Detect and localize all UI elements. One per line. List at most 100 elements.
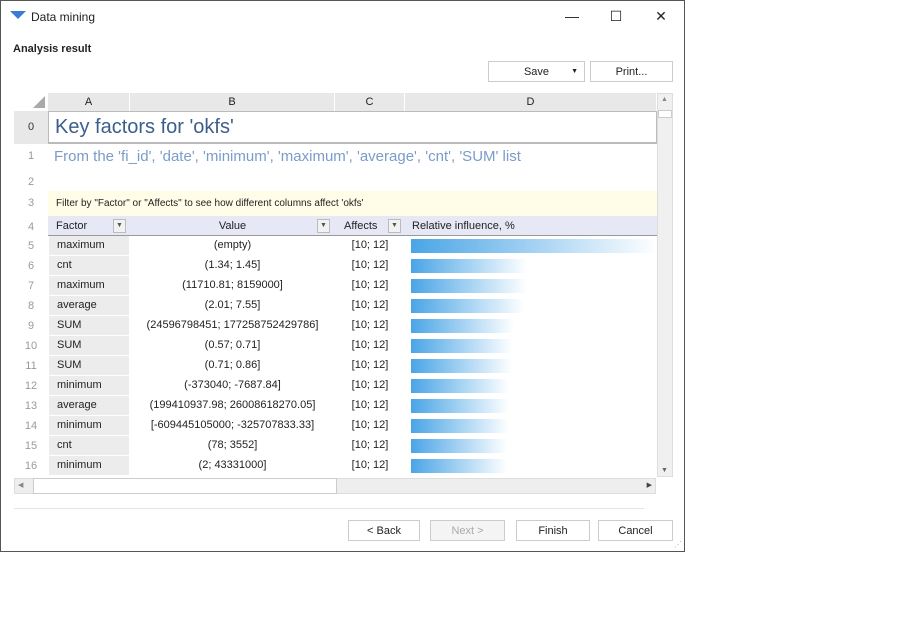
window-title: Data mining: [31, 10, 96, 24]
row-number: 5: [27, 240, 35, 252]
affects-cell[interactable]: [10; 12]: [335, 376, 405, 395]
influence-bar: [411, 399, 510, 413]
affects-cell[interactable]: [10; 12]: [335, 456, 405, 475]
affects-cell[interactable]: [10; 12]: [335, 416, 405, 435]
row-number: 4: [27, 221, 35, 233]
affects-cell[interactable]: [10; 12]: [335, 296, 405, 315]
factor-cell[interactable]: maximum: [49, 276, 129, 295]
value-cell[interactable]: (199410937.98; 26008618270.05]: [130, 396, 335, 415]
row-number: 10: [24, 340, 38, 352]
factor-filter-dropdown[interactable]: ▼: [113, 219, 126, 233]
resize-grip-icon[interactable]: ⋰: [674, 540, 682, 549]
influence-bar: [411, 419, 510, 433]
factor-cell[interactable]: SUM: [49, 336, 129, 355]
horizontal-scrollbar[interactable]: ◀ ▶: [14, 478, 656, 494]
finish-button[interactable]: Finish: [516, 520, 590, 541]
vertical-scrollbar[interactable]: ▲ ▼: [657, 93, 673, 477]
value-cell[interactable]: (1.34; 1.45]: [130, 256, 335, 275]
influence-bar: [411, 279, 527, 293]
value-cell[interactable]: (0.57; 0.71]: [130, 336, 335, 355]
affects-cell[interactable]: [10; 12]: [335, 436, 405, 455]
scroll-down-icon[interactable]: ▼: [661, 467, 668, 474]
row-number: 9: [27, 320, 35, 332]
scroll-right-icon[interactable]: ▶: [647, 481, 652, 489]
value-cell[interactable]: (24596798451; 177258752429786]: [130, 316, 335, 335]
back-button[interactable]: < Back: [348, 520, 420, 541]
affects-cell[interactable]: [10; 12]: [335, 396, 405, 415]
close-button[interactable]: ✕: [646, 5, 676, 27]
row-number: 11: [25, 360, 37, 372]
row-number: 16: [24, 460, 38, 472]
column-header-c[interactable]: C: [335, 93, 405, 111]
print-button[interactable]: Print...: [590, 61, 673, 82]
factor-cell[interactable]: SUM: [49, 316, 129, 335]
save-button[interactable]: Save ▼: [488, 61, 585, 82]
value-cell[interactable]: (empty): [130, 236, 335, 255]
value-cell[interactable]: (11710.81; 8159000]: [130, 276, 335, 295]
value-cell[interactable]: (2.01; 7.55]: [130, 296, 335, 315]
factor-cell[interactable]: maximum: [49, 236, 129, 255]
scroll-left-icon[interactable]: ◀: [18, 481, 23, 489]
table-header-row: Factor ▼ Value ▼ Affects ▼ Relative infl…: [48, 216, 657, 236]
select-all-corner[interactable]: [33, 96, 45, 108]
influence-bar: [411, 339, 512, 353]
affects-cell[interactable]: [10; 12]: [335, 336, 405, 355]
row-number: 8: [27, 300, 35, 312]
affects-cell[interactable]: [10; 12]: [335, 236, 405, 255]
factor-cell[interactable]: minimum: [49, 376, 129, 395]
affects-cell[interactable]: [10; 12]: [335, 356, 405, 375]
value-cell[interactable]: (78; 3552]: [130, 436, 335, 455]
factor-cell[interactable]: cnt: [49, 256, 129, 275]
row-number: 3: [27, 197, 35, 209]
row-number: 6: [27, 260, 35, 272]
maximize-button[interactable]: ☐: [601, 5, 631, 27]
influence-bar: [411, 239, 657, 253]
column-header-a[interactable]: A: [48, 93, 130, 111]
data-mining-window: Data mining — ☐ ✕ Analysis result Save ▼ …: [0, 0, 685, 552]
factor-cell[interactable]: minimum: [49, 456, 129, 475]
influence-bar: [411, 379, 510, 393]
minimize-button[interactable]: —: [557, 5, 587, 27]
app-funnel-icon: [10, 11, 26, 19]
factor-cell[interactable]: average: [49, 296, 129, 315]
affects-cell[interactable]: [10; 12]: [335, 256, 405, 275]
affects-filter-dropdown[interactable]: ▼: [388, 219, 401, 233]
chevron-down-icon: ▼: [571, 68, 578, 75]
scroll-up-icon[interactable]: ▲: [661, 96, 668, 103]
influence-bar: [411, 319, 515, 333]
row-number: 12: [24, 380, 38, 392]
influence-bar: [411, 299, 525, 313]
grid-subtitle: From the 'fi_id', 'date', 'minimum', 'ma…: [54, 148, 521, 165]
affects-header: Affects: [344, 220, 378, 232]
next-button[interactable]: Next >: [430, 520, 505, 541]
column-header-d[interactable]: D: [405, 93, 657, 111]
horizontal-scroll-thumb[interactable]: [33, 478, 337, 494]
value-cell[interactable]: (0.71; 0.86]: [130, 356, 335, 375]
row-number: 1: [27, 150, 35, 162]
factor-header: Factor: [56, 220, 88, 232]
section-title: Analysis result: [13, 43, 92, 55]
value-header: Value: [218, 220, 247, 232]
row-number: 13: [24, 400, 38, 412]
value-filter-dropdown[interactable]: ▼: [317, 219, 330, 233]
value-cell[interactable]: [-609445105000; -325707833.33]: [130, 416, 335, 435]
divider: [14, 508, 644, 509]
factor-cell[interactable]: average: [49, 396, 129, 415]
affects-cell[interactable]: [10; 12]: [335, 316, 405, 335]
affects-cell[interactable]: [10; 12]: [335, 276, 405, 295]
influence-bar: [411, 259, 527, 273]
value-cell[interactable]: (2; 43331000]: [130, 456, 335, 475]
factor-cell[interactable]: minimum: [49, 416, 129, 435]
value-cell[interactable]: (-373040; -7687.84]: [130, 376, 335, 395]
vertical-scroll-thumb[interactable]: [658, 110, 672, 118]
row-number: 7: [27, 280, 35, 292]
factor-cell[interactable]: SUM: [49, 356, 129, 375]
row-number: 0: [14, 111, 48, 144]
influence-bar: [411, 439, 507, 453]
save-label: Save: [523, 66, 550, 78]
filter-hint: Filter by "Factor" or "Affects" to see h…: [48, 191, 657, 216]
factor-cell[interactable]: cnt: [49, 436, 129, 455]
row-number: 2: [27, 176, 35, 188]
cancel-button[interactable]: Cancel: [598, 520, 673, 541]
column-header-b[interactable]: B: [130, 93, 335, 111]
